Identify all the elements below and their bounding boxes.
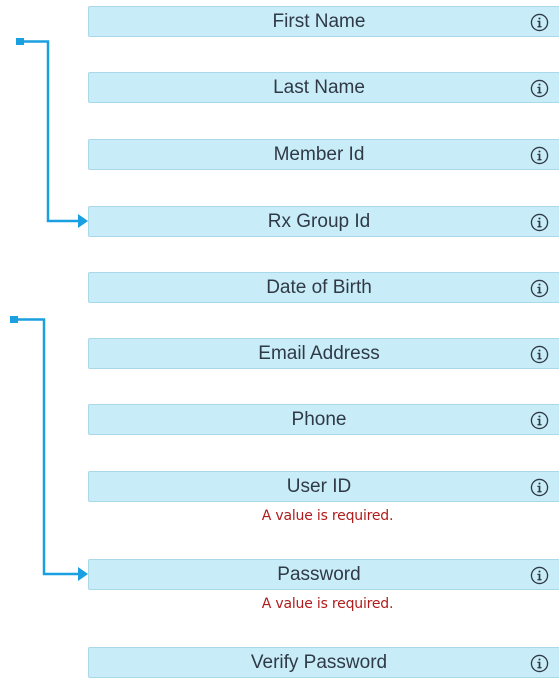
last-name-field[interactable]: Last Name [88,72,559,103]
user-id-field[interactable]: User ID [88,471,559,502]
phone-field[interactable]: Phone [88,404,559,435]
field-label: First Name [272,10,366,32]
connector-arrow-top [16,38,88,228]
password-error-message: A value is required. [261,596,394,612]
info-icon[interactable] [530,411,549,430]
email-address-field[interactable]: Email Address [88,338,559,369]
info-icon[interactable] [530,654,549,673]
rx-group-id-field[interactable]: Rx Group Id [88,206,559,237]
date-of-birth-field[interactable]: Date of Birth [88,272,559,303]
first-name-field[interactable]: First Name [88,6,559,37]
info-icon[interactable] [530,279,549,298]
info-icon[interactable] [530,213,549,232]
user-id-error-message: A value is required. [261,508,394,524]
member-id-field[interactable]: Member Id [88,139,559,170]
field-label: Last Name [273,76,365,98]
field-label: User ID [286,475,352,497]
info-icon[interactable] [530,345,549,364]
info-icon[interactable] [530,146,549,165]
field-label: Verify Password [250,651,388,673]
field-label: Email Address [258,342,380,364]
verify-password-field[interactable]: Verify Password [88,647,559,678]
info-icon[interactable] [530,478,549,497]
field-label: Member Id [273,143,365,165]
field-label: Date of Birth [266,276,372,298]
info-icon[interactable] [530,13,549,32]
password-field[interactable]: Password [88,559,559,590]
connector-arrows [10,38,88,581]
connector-arrow-bottom [10,316,88,581]
field-label: Password [277,563,361,585]
info-icon[interactable] [530,79,549,98]
info-icon[interactable] [530,566,549,585]
field-label: Rx Group Id [267,210,371,232]
field-label: Phone [291,408,347,430]
